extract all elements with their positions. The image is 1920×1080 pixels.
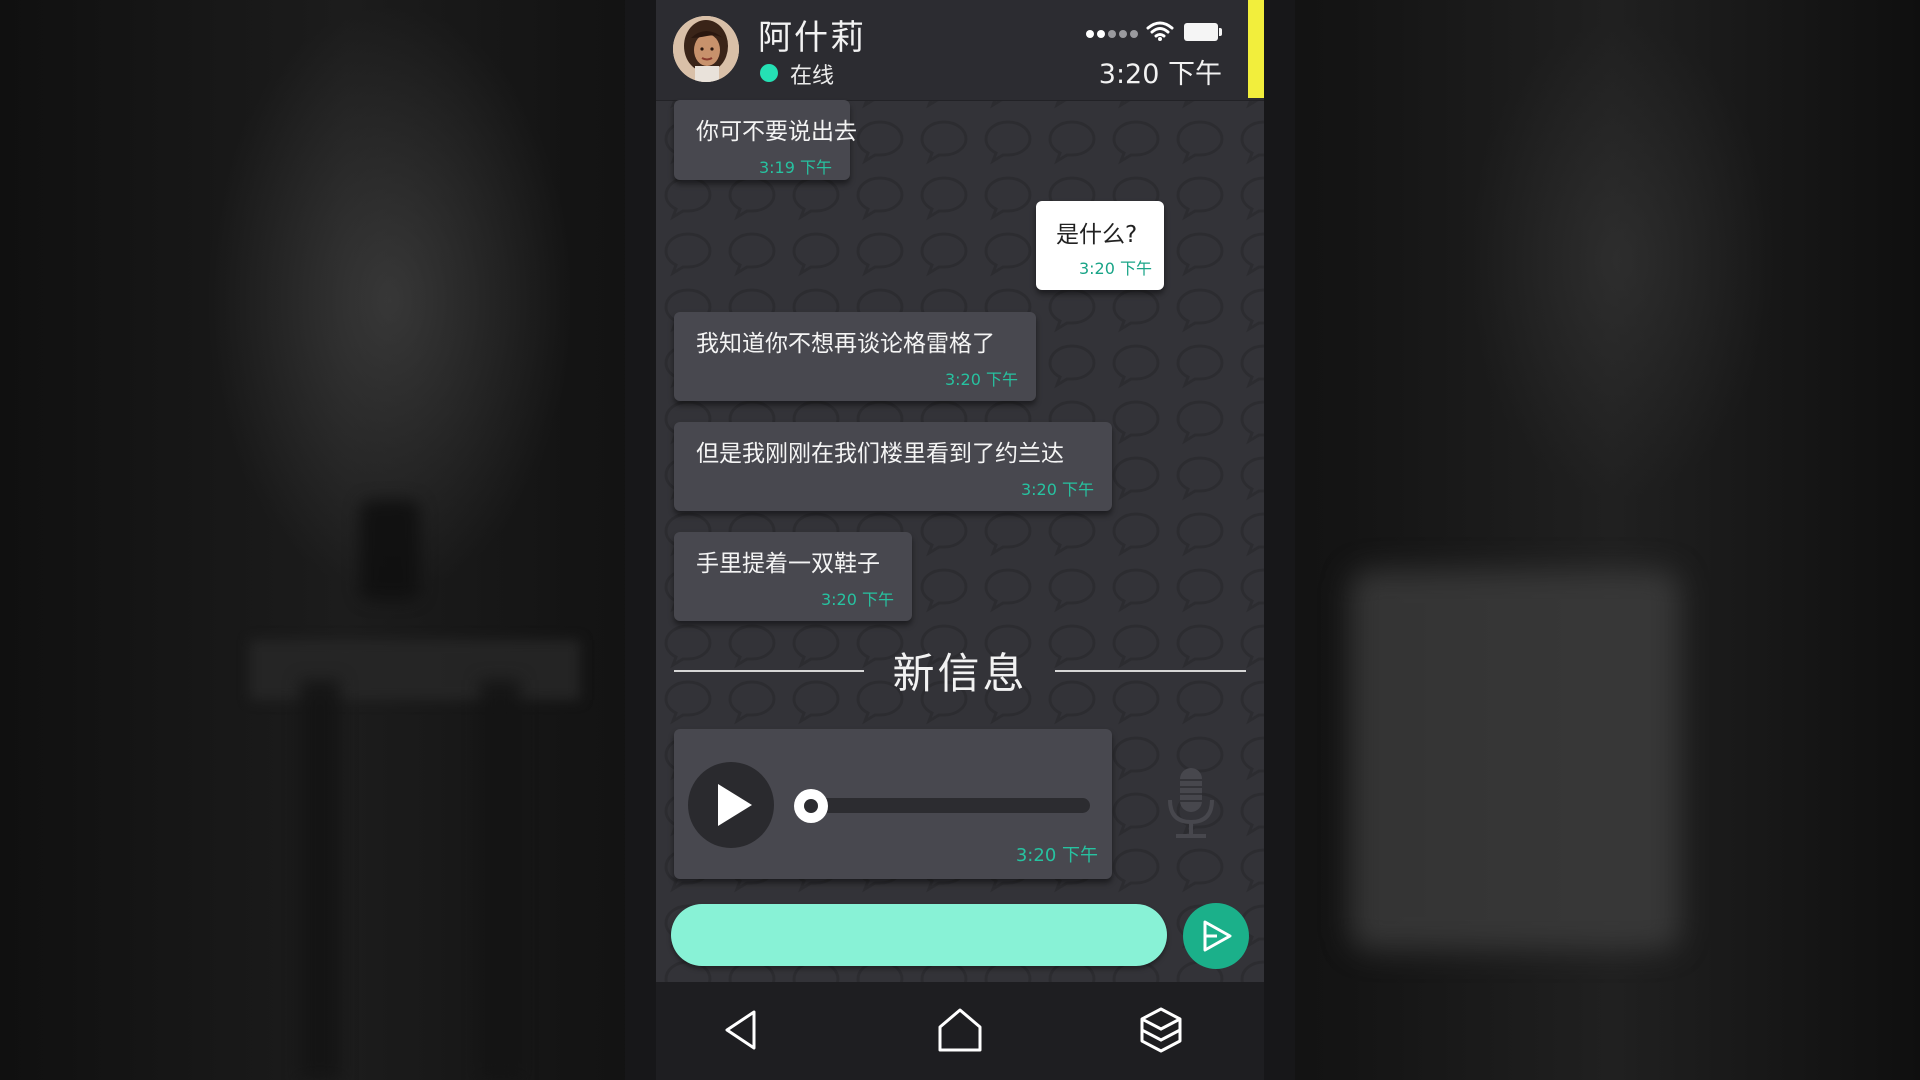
background-shelf-leg (300, 680, 340, 1080)
message-text: 你可不要说出去 (696, 119, 857, 145)
background-shelf-leg (480, 680, 520, 1080)
home-icon (938, 1008, 982, 1052)
message-text: 但是我刚刚在我们楼里看到了约兰达 (696, 441, 1064, 467)
back-button[interactable] (710, 1004, 770, 1056)
background-plant (360, 500, 420, 600)
divider-line-right (1055, 670, 1246, 672)
play-button[interactable] (688, 762, 774, 848)
message-text: 手里提着一双鞋子 (696, 551, 880, 577)
contact-avatar[interactable] (673, 16, 739, 82)
phone-frame: 阿什莉 在线 3:20 下午 你可不要说出去 3:19 下午 是什么? 3:20… (625, 0, 1295, 1080)
voice-message-bubble: 3:20 下午 (674, 729, 1112, 879)
wifi-icon (1146, 21, 1174, 41)
message-text: 是什么? (1056, 222, 1138, 248)
play-icon (718, 784, 752, 826)
background-box (1350, 570, 1680, 950)
online-status-icon (760, 64, 778, 82)
message-bubble-incoming[interactable]: 但是我刚刚在我们楼里看到了约兰达 3:20 下午 (674, 422, 1112, 511)
yellow-marker (1248, 0, 1264, 98)
message-time: 3:20 下午 (944, 370, 1018, 389)
status-bar-time: 3:20 下午 (1098, 59, 1222, 90)
message-text: 我知道你不想再谈论格雷格了 (696, 331, 995, 357)
message-time: 3:20 下午 (1078, 259, 1152, 278)
message-bubble-incoming[interactable]: 我知道你不想再谈论格雷格了 3:20 下午 (674, 312, 1036, 401)
contact-name: 阿什莉 (758, 18, 866, 58)
voice-message-time: 3:20 下午 (1015, 845, 1098, 866)
back-icon (725, 1010, 756, 1050)
home-button[interactable] (930, 1004, 990, 1056)
chat-header: 阿什莉 在线 3:20 下午 (656, 0, 1264, 101)
message-input[interactable] (671, 904, 1167, 966)
battery-icon (1184, 23, 1222, 41)
apps-button[interactable] (1131, 1004, 1191, 1056)
send-button[interactable] (1183, 903, 1249, 969)
message-time: 3:20 下午 (1020, 480, 1094, 499)
message-bubble-incoming[interactable]: 你可不要说出去 3:19 下午 (674, 100, 857, 180)
message-bubble-incoming[interactable]: 手里提着一双鞋子 3:20 下午 (674, 532, 912, 621)
message-time: 3:19 下午 (758, 158, 832, 177)
message-bubble-outgoing[interactable]: 是什么? 3:20 下午 (1036, 201, 1164, 290)
voice-progress-track[interactable] (804, 798, 1090, 813)
chat-screen: 阿什莉 在线 3:20 下午 你可不要说出去 3:19 下午 是什么? 3:20… (656, 0, 1264, 1080)
android-navigation-bar (656, 982, 1264, 1080)
message-time: 3:20 下午 (820, 590, 894, 609)
signal-dots-icon (1086, 30, 1138, 38)
contact-status: 在线 (790, 64, 835, 89)
send-icon (1203, 920, 1232, 952)
voice-progress-knob[interactable] (794, 789, 828, 823)
apps-icon (1140, 1007, 1182, 1053)
microphone-icon[interactable] (1164, 766, 1218, 842)
